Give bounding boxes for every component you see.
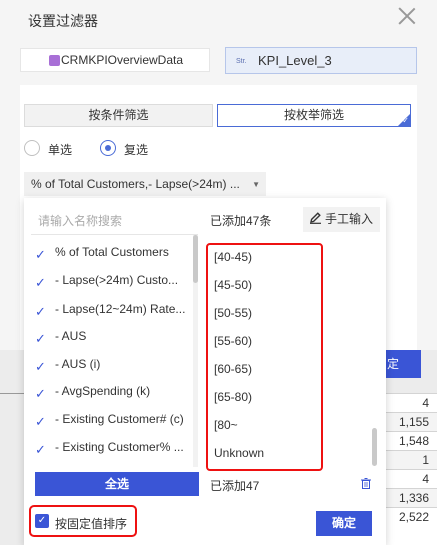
sort-checkbox[interactable]: ✓	[35, 514, 49, 528]
check-icon: ✓	[35, 442, 46, 457]
list-item-label: - AUS	[55, 329, 87, 343]
field-value-select[interactable]: % of Total Customers,- Lapse(>24m) ... ▼	[24, 172, 266, 196]
string-type-icon: Str.	[236, 58, 247, 65]
check-icon: ✓	[35, 247, 46, 262]
table-cell: 1	[383, 450, 437, 469]
list-item-label: - AvgSpending (k)	[55, 384, 151, 398]
table-cell: 1,548	[383, 431, 437, 450]
list-item-label: - Existing Customer# (c)	[55, 412, 184, 426]
list-item-label: - Existing Customer% ...	[55, 440, 184, 454]
select-all-button[interactable]: 全选	[35, 472, 199, 496]
datasource-label: CRMKPIOverviewData	[61, 53, 184, 67]
right-scrollbar-thumb[interactable]	[372, 428, 377, 466]
list-item-label: - AUS (i)	[55, 357, 101, 371]
radio-single[interactable]	[24, 140, 40, 156]
dialog-title: 设置过滤器	[28, 13, 98, 29]
table-cell: 4	[383, 393, 437, 412]
list-item-label: - Lapse(12~24m) Rate...	[55, 302, 186, 316]
confirm-button[interactable]: 确定	[316, 511, 372, 536]
list-item-label: % of Total Customers	[55, 245, 169, 259]
check-icon: ✓	[35, 275, 46, 290]
table-cell: 1,336	[383, 488, 437, 507]
manual-input-label: 手工输入	[325, 212, 374, 226]
background-confirm-button: 定	[383, 350, 421, 378]
chevron-down-icon: ▼	[252, 180, 260, 189]
check-icon: ✓	[35, 359, 46, 374]
check-icon: ✓	[402, 116, 409, 125]
radio-multi-label: 复选	[124, 143, 149, 157]
radio-multi[interactable]	[100, 140, 116, 156]
tab-condition-filter[interactable]: 按条件筛选	[24, 104, 213, 127]
close-icon[interactable]	[396, 5, 418, 27]
tab-condition-filter-label: 按条件筛选	[88, 108, 149, 122]
left-scrollbar-thumb[interactable]	[193, 235, 198, 283]
manual-input-button[interactable]: 手工输入	[303, 207, 380, 232]
search-input[interactable]: 请输入名称搜索	[31, 207, 198, 235]
check-icon: ✓	[35, 304, 46, 319]
datasource-tab[interactable]: CRMKPIOverviewData	[20, 48, 210, 72]
annotation-highlight-box	[206, 243, 323, 471]
table-cell: 4	[383, 469, 437, 488]
sort-checkbox-label: 按固定值排序	[55, 517, 128, 531]
radio-single-label: 单选	[48, 143, 73, 157]
cube-icon	[49, 55, 60, 66]
tab-enum-filter-label: 按枚举筛选	[283, 108, 344, 122]
tab-enum-filter[interactable]: 按枚举筛选 ✓	[217, 104, 411, 127]
filter-dialog: 设置过滤器 CRMKPIOverviewData Str. KPI_Level_…	[0, 0, 437, 545]
table-cell: 2,522	[383, 507, 437, 526]
list-item-label: - Lapse(>24m) Custo...	[55, 273, 179, 287]
trash-icon[interactable]	[361, 478, 371, 489]
dialog-header: 设置过滤器	[0, 0, 437, 36]
field-label: KPI_Level_3	[258, 53, 332, 68]
check-icon: ✓	[35, 386, 46, 401]
table-cell: 1,155	[383, 412, 437, 431]
added-count-bottom: 已添加47	[210, 479, 260, 493]
check-icon: ✓	[35, 331, 46, 346]
field-value-select-text: % of Total Customers,- Lapse(>24m) ...	[31, 177, 240, 191]
check-icon: ✓	[35, 414, 46, 429]
added-count: 已添加47条	[210, 214, 272, 228]
field-tab[interactable]: Str. KPI_Level_3	[225, 47, 417, 74]
pencil-icon	[310, 212, 321, 224]
background-confirm-label: 定	[387, 357, 400, 371]
